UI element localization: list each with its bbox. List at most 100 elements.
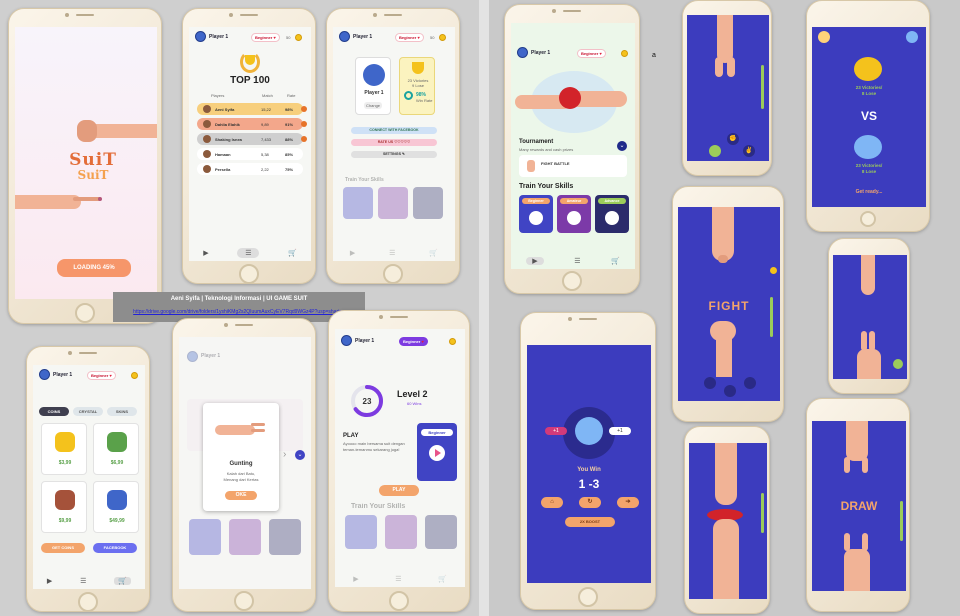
shop-item[interactable]: $6,99 xyxy=(93,423,139,475)
player-card[interactable]: Player 1 Change xyxy=(355,57,391,115)
skill-card[interactable] xyxy=(413,187,443,219)
cart-icon[interactable]: 🛒 xyxy=(114,577,132,585)
fight-screen: FIGHT xyxy=(678,207,780,401)
play-title: PLAY xyxy=(343,433,359,439)
get-coins-button[interactable]: GET COINS xyxy=(41,543,85,553)
rank-dot xyxy=(301,121,307,127)
shop-item[interactable]: $3,99 xyxy=(41,423,87,475)
scissors-icon[interactable] xyxy=(744,377,756,389)
tab-crystal[interactable]: CRYSTAL xyxy=(73,407,103,416)
leaderboard-row[interactable]: Aeni Syifa 15,22 98% xyxy=(197,103,307,115)
row-rate: 85% xyxy=(285,152,294,157)
row-name: Shaking Isnea xyxy=(215,137,242,142)
menu-icon[interactable]: ☰ xyxy=(80,577,86,585)
home-button[interactable] xyxy=(562,271,582,291)
level-number: 23 xyxy=(363,397,372,406)
skill-card[interactable]: Advance xyxy=(595,195,629,233)
avatar[interactable] xyxy=(195,31,206,42)
skill-card-label: Beginner xyxy=(522,198,550,204)
phone-draw: DRAW xyxy=(806,398,910,612)
skill-card[interactable]: Amateur xyxy=(557,195,591,233)
drive-link[interactable]: https://drive.google.com/drive/folders/1… xyxy=(113,309,365,315)
coin-icon xyxy=(449,338,456,345)
menu-icon[interactable]: ☰ xyxy=(574,257,580,265)
avatar[interactable] xyxy=(39,369,50,380)
caption-title: Aeni Syifa | Teknologi Informasi | UI GA… xyxy=(170,296,308,302)
logo-top: SuiT xyxy=(69,150,117,170)
avatar[interactable] xyxy=(339,31,350,42)
shop-item[interactable]: $9,99 xyxy=(41,481,87,533)
popup-title: Gunting xyxy=(229,461,253,467)
row-name: Dahlia Elahik xyxy=(215,122,240,127)
skill-card[interactable]: Beginner xyxy=(519,195,553,233)
home-button[interactable] xyxy=(383,264,403,284)
score: 1 -3 xyxy=(578,477,600,491)
oke-button[interactable]: OKE xyxy=(225,491,257,500)
menu-icon[interactable]: ☰ xyxy=(237,248,260,258)
skill-card[interactable] xyxy=(378,187,408,219)
shop-price: $9,99 xyxy=(58,518,72,524)
finger xyxy=(861,331,867,351)
rock-icon[interactable] xyxy=(724,385,736,397)
opponent-arm xyxy=(717,15,733,63)
settings-button[interactable]: SETTINGS ✎ xyxy=(351,151,437,158)
cart-icon[interactable]: 🛒 xyxy=(288,249,297,257)
get-ready-label: Get ready... xyxy=(855,189,883,195)
play-button[interactable]: PLAY xyxy=(379,485,419,496)
cart-icon[interactable]: 🛒 xyxy=(611,257,620,265)
leaderboard-row[interactable]: Persella 2,22 75% xyxy=(197,163,303,175)
boost-button[interactable]: 2X BOOST xyxy=(565,517,615,527)
beginner-card[interactable]: Beginner xyxy=(417,423,457,481)
leaderboard-row[interactable]: Dahlia Elahik 9,89 91% xyxy=(197,118,307,130)
home-button[interactable] xyxy=(578,587,598,607)
home-button[interactable] xyxy=(860,211,876,227)
replay-icon[interactable]: ↻ xyxy=(579,497,601,508)
avatar[interactable] xyxy=(517,47,528,58)
change-button[interactable]: Change xyxy=(364,102,383,109)
player-arm xyxy=(844,549,870,591)
home-button[interactable] xyxy=(234,591,254,611)
play-icon[interactable]: ▶ xyxy=(47,577,52,585)
splash-icon xyxy=(559,87,581,109)
play-circle-icon xyxy=(567,211,581,225)
paper-icon[interactable] xyxy=(709,145,721,157)
next-icon[interactable]: ➔ xyxy=(617,497,639,508)
play-icon[interactable]: ▶ xyxy=(526,257,544,265)
home-button[interactable] xyxy=(75,303,95,323)
tab-coins[interactable]: COINS xyxy=(39,407,69,416)
fight-battle-card[interactable]: FIGHT BATTLE xyxy=(519,155,627,177)
facebook-button[interactable]: FACEBOOK xyxy=(93,543,137,553)
connect-facebook-button[interactable]: CONNECT WITH FACEBOOK xyxy=(351,127,437,134)
next-arrow-icon[interactable]: › xyxy=(283,449,286,460)
expand-icon[interactable]: ⌄ xyxy=(617,141,627,151)
bottom-nav: ▶ ☰ 🛒 xyxy=(189,245,311,261)
avatar[interactable] xyxy=(341,335,352,346)
phone-leaderboard: Player 1 Beginner ♥ 50 TOP 100 Players M… xyxy=(182,8,316,284)
leaderboard-row[interactable]: Hamaan 5,38 85% xyxy=(197,148,303,160)
shop-item[interactable]: $49,99 xyxy=(93,481,139,533)
skill-card[interactable] xyxy=(343,187,373,219)
phone-vs: 23 Victories/ 8 Lose VS 23 Victories/ 8 … xyxy=(806,0,930,232)
home-button[interactable] xyxy=(239,264,259,284)
row-match: 7,433 xyxy=(261,137,272,142)
home-button[interactable] xyxy=(78,592,98,612)
home-icon[interactable]: ⌂ xyxy=(541,497,563,508)
rock-icon[interactable]: ✊ xyxy=(727,133,739,145)
home-button[interactable] xyxy=(389,591,409,611)
coin-icon xyxy=(439,34,446,41)
skill-card-label: Amateur xyxy=(560,198,588,204)
row-avatar-icon xyxy=(203,105,211,113)
play-icon[interactable]: ▶ xyxy=(203,249,208,257)
popup-desc-1: Kalah dari Batu, xyxy=(226,471,256,476)
leaderboard-row[interactable]: Shaking Isnea 7,433 88% xyxy=(197,133,307,145)
tab-skins[interactable]: SKINS xyxy=(107,407,137,416)
rate-us-button[interactable]: RATE US ♡♡♡♡♡ xyxy=(351,139,437,146)
top-hand-fist xyxy=(77,120,97,142)
lose: 9 Lose xyxy=(411,83,424,88)
scissors-icon[interactable]: ✌ xyxy=(743,145,755,157)
paper-icon[interactable] xyxy=(704,377,716,389)
clash-screen xyxy=(689,443,767,599)
selected-choice-icon[interactable] xyxy=(893,359,903,369)
dropdown-icon[interactable]: ⌄ xyxy=(295,450,305,460)
fist-icon xyxy=(527,160,535,172)
